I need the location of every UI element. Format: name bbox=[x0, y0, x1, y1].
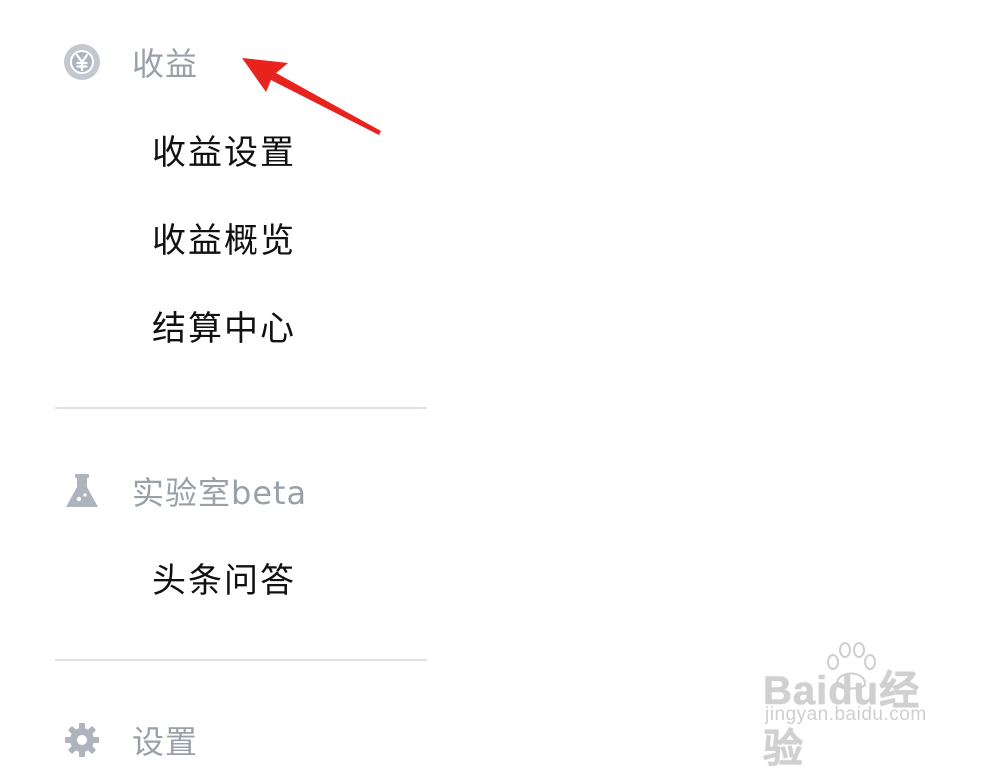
baidu-jingyan-watermark: Baidu经验 jingyan.baidu.com bbox=[763, 640, 948, 771]
red-arrow-icon bbox=[242, 58, 381, 135]
earnings-section-header[interactable]: 收益 bbox=[62, 40, 198, 84]
menu-item-earnings-overview[interactable]: 收益概览 bbox=[152, 213, 296, 262]
watermark-url: jingyan.baidu.com bbox=[765, 704, 927, 725]
settings-section-header[interactable]: 设置 bbox=[62, 718, 198, 762]
menu-item-settlement-center[interactable]: 结算中心 bbox=[152, 301, 296, 350]
section-divider bbox=[55, 659, 427, 661]
lab-section-title: 实验室beta bbox=[132, 474, 308, 512]
earnings-section-title: 收益 bbox=[132, 45, 199, 83]
settings-section-title: 设置 bbox=[132, 723, 199, 761]
menu-item-toutiao-qa[interactable]: 头条问答 bbox=[152, 553, 296, 602]
yen-coin-icon bbox=[62, 42, 102, 82]
menu-item-earnings-settings[interactable]: 收益设置 bbox=[152, 125, 296, 174]
gear-icon bbox=[62, 720, 102, 760]
lab-section-header[interactable]: 实验室beta bbox=[62, 469, 307, 513]
flask-icon bbox=[62, 471, 102, 511]
section-divider bbox=[55, 407, 427, 409]
